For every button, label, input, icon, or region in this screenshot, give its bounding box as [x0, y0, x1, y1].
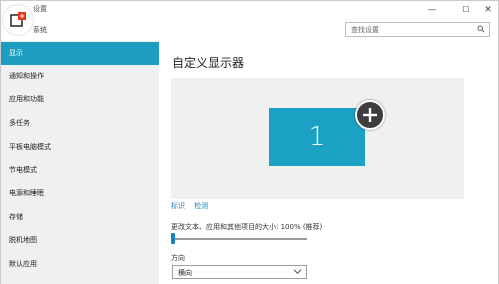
plus-cursor-icon [355, 100, 385, 130]
search-placeholder: 查找设置 [351, 26, 379, 34]
sidebar-item-label: 多任务 [9, 119, 30, 127]
sidebar-item-notifications[interactable]: 通知和操作 [1, 65, 159, 88]
sidebar-item-storage[interactable]: 存储 [1, 206, 159, 229]
page-title: 自定义显示器 [172, 56, 245, 70]
scale-slider-track[interactable] [172, 238, 307, 240]
detect-link[interactable]: 检测 [194, 202, 208, 210]
sidebar-item-label: 脱机地图 [9, 236, 37, 244]
sidebar-item-apps[interactable]: 应用和功能 [1, 88, 159, 111]
monitor-tile[interactable]: 1 [269, 108, 365, 166]
sidebar-item-multitasking[interactable]: 多任务 [1, 112, 159, 135]
display-links: 标识 检测 [171, 201, 215, 211]
sidebar-item-label: 电源和睡眠 [9, 189, 44, 197]
sidebar-item-tablet-mode[interactable]: 平板电脑模式 [1, 136, 159, 159]
sidebar-item-label: 显示 [9, 49, 23, 57]
orientation-value: 横向 [178, 269, 192, 277]
sidebar-item-battery-saver[interactable]: 节电模式 [1, 159, 159, 182]
scale-label: 更改文本、应用和其他项目的大小: 100% (推荐) [171, 223, 323, 231]
main-content: 自定义显示器 1 标识 检测 更改文本、应用和其他项目的大小: 100% (推荐… [159, 41, 498, 284]
sidebar-item-label: 节电模式 [9, 166, 37, 174]
scale-slider-thumb[interactable] [171, 233, 175, 244]
sidebar: 显示 通知和操作 应用和功能 多任务 平板电脑模式 节电模式 电源和睡眠 存储 … [1, 41, 159, 284]
chevron-down-icon [293, 269, 302, 274]
close-button[interactable]: ✕ [475, 1, 499, 19]
section-title: 系统 [33, 26, 47, 34]
minimize-button[interactable]: — [419, 1, 445, 19]
display-arrangement-area[interactable]: 1 [171, 78, 464, 199]
sidebar-item-default-apps[interactable]: 默认应用 [1, 253, 159, 276]
window-title: 设置 [33, 5, 47, 13]
sidebar-item-power-sleep[interactable]: 电源和睡眠 [1, 182, 159, 205]
header: 系统 查找设置 [1, 19, 498, 41]
sidebar-item-offline-maps[interactable]: 脱机地图 [1, 229, 159, 252]
sidebar-item-label: 默认应用 [9, 260, 37, 268]
orientation-label: 方向 [171, 254, 185, 262]
app-logo-icon [3, 5, 33, 35]
sidebar-item-label: 通知和操作 [9, 72, 44, 80]
settings-window: 设置 — ☐ ✕ 系统 查找设置 显示 通知和操作 应用和功能 多任务 平板电脑… [0, 0, 499, 284]
title-bar: 设置 — ☐ ✕ [1, 1, 498, 19]
sidebar-item-label: 应用和功能 [9, 95, 44, 103]
sidebar-item-label: 平板电脑模式 [9, 143, 51, 151]
search-icon [477, 25, 485, 33]
sidebar-item-display[interactable]: 显示 [1, 42, 159, 65]
orientation-dropdown[interactable]: 横向 [172, 265, 307, 279]
sidebar-item-label: 存储 [9, 213, 23, 221]
search-input[interactable]: 查找设置 [345, 22, 490, 37]
identify-link[interactable]: 标识 [171, 202, 185, 210]
